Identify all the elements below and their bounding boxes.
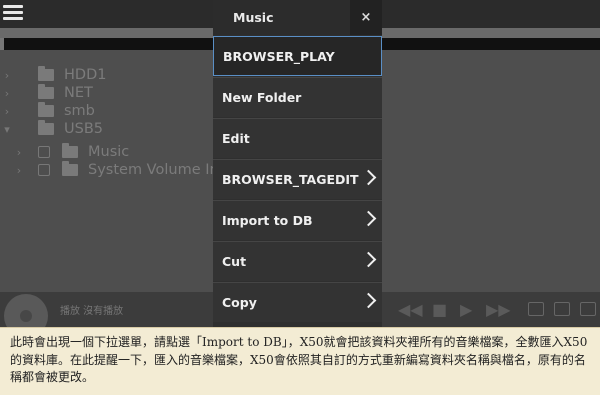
folder-open-icon <box>38 120 54 135</box>
menu-item-label: Import to DB <box>222 213 313 228</box>
chevron-right-icon[interactable]: › <box>12 164 26 177</box>
stop-icon[interactable]: ■ <box>432 300 447 319</box>
folder-icon <box>38 66 54 81</box>
previous-icon[interactable]: ◀◀ <box>398 300 423 319</box>
tree-item-music[interactable]: › Music <box>12 143 129 161</box>
play-icon[interactable]: ▶ <box>460 300 472 319</box>
chevron-right-icon[interactable]: › <box>0 105 14 118</box>
chevron-right-icon[interactable]: › <box>0 87 14 100</box>
tree-item-hdd1[interactable]: › HDD1 <box>0 66 106 84</box>
menu-icon[interactable] <box>3 5 23 21</box>
menu-item-label: Cut <box>222 254 247 269</box>
menu-item-label: Copy <box>222 295 257 310</box>
tree-item-label: smb <box>64 103 95 119</box>
next-icon[interactable]: ▶▶ <box>486 300 511 319</box>
resize-icon[interactable] <box>554 302 570 316</box>
tree-item-label: NET <box>64 85 93 101</box>
menu-item-edit[interactable]: Edit <box>213 118 382 158</box>
chevron-right-icon <box>360 292 377 309</box>
tree-item-system-volume[interactable]: › System Volume In <box>12 161 219 179</box>
folder-icon <box>62 143 78 158</box>
panel-title: Music <box>233 10 274 25</box>
tree-item-label: Music <box>88 144 130 160</box>
menu-item-browser-play[interactable]: BROWSER_PLAY <box>213 36 382 76</box>
menu-item-new-folder[interactable]: New Folder <box>213 77 382 117</box>
menu-item-label: New Folder <box>222 90 302 105</box>
chevron-right-icon[interactable]: › <box>0 69 14 82</box>
menu-item-copy[interactable]: Copy <box>213 282 382 322</box>
chevron-down-icon[interactable]: ▾ <box>0 123 14 136</box>
repeat-icon[interactable] <box>528 302 544 316</box>
checkbox[interactable] <box>38 164 50 176</box>
chevron-right-icon <box>360 210 377 227</box>
now-playing-text: 播放 沒有播放 <box>60 306 124 317</box>
panel-header: Music × <box>213 0 382 35</box>
list-icon[interactable] <box>580 302 596 316</box>
close-button[interactable]: × <box>350 0 382 35</box>
folder-icon <box>38 84 54 99</box>
menu-item-cut[interactable]: Cut <box>213 241 382 281</box>
tree-item-usb5[interactable]: ▾ USB5 <box>0 120 103 138</box>
checkbox[interactable] <box>38 146 50 158</box>
caption-text: 此時會出現一個下拉選單，請點選「Import to DB」，X50就會把該資料夾… <box>0 327 600 395</box>
tree-item-smb[interactable]: › smb <box>0 102 95 120</box>
context-menu-panel: Music × BROWSER_PLAY New Folder Edit BRO… <box>213 0 382 327</box>
menu-item-import-to-db[interactable]: Import to DB <box>213 200 382 240</box>
menu-item-label: BROWSER_PLAY <box>223 49 335 64</box>
tree-item-label: HDD1 <box>64 67 107 83</box>
menu-item-label: BROWSER_TAGEDIT <box>222 172 359 187</box>
folder-icon <box>38 102 54 117</box>
chevron-right-icon <box>360 251 377 268</box>
menu-item-label: Edit <box>222 131 250 146</box>
chevron-right-icon <box>360 169 377 186</box>
tree-item-net[interactable]: › NET <box>0 84 93 102</box>
chevron-right-icon[interactable]: › <box>12 146 26 159</box>
menu-item-browser-tagedit[interactable]: BROWSER_TAGEDIT <box>213 159 382 199</box>
tree-item-label: USB5 <box>64 121 103 137</box>
folder-icon <box>62 161 78 176</box>
tree-item-label: System Volume In <box>88 162 219 178</box>
